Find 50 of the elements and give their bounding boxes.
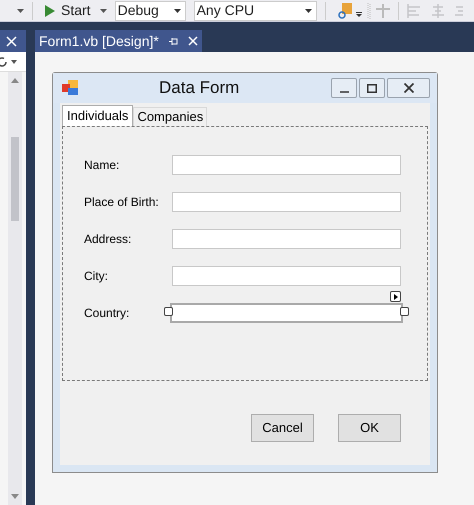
input-field[interactable] bbox=[172, 229, 401, 249]
input-field[interactable] bbox=[172, 192, 401, 212]
field-label: Country: bbox=[84, 305, 130, 322]
refresh-icon[interactable] bbox=[0, 56, 7, 66]
field-label: Name: bbox=[84, 157, 120, 174]
find-icon[interactable] bbox=[336, 2, 353, 18]
input-field[interactable] bbox=[170, 303, 403, 323]
close-icon[interactable] bbox=[6, 36, 17, 46]
caret-icon bbox=[304, 8, 312, 12]
arrow-down-icon[interactable] bbox=[11, 494, 19, 499]
maximize-icon bbox=[367, 84, 377, 92]
field-label: Address: bbox=[84, 231, 132, 248]
window-maximize-button[interactable] bbox=[359, 78, 385, 98]
caret-icon[interactable] bbox=[11, 60, 17, 64]
input-field[interactable] bbox=[172, 266, 401, 286]
caret-icon bbox=[100, 8, 107, 12]
platform-dropdown[interactable]: Any CPU bbox=[194, 0, 317, 20]
tab[interactable]: Individuals bbox=[62, 105, 134, 126]
resize-handle[interactable] bbox=[164, 307, 173, 316]
window-title: Data Form bbox=[159, 77, 240, 100]
resize-handle[interactable] bbox=[400, 307, 409, 316]
input-field[interactable] bbox=[172, 155, 401, 175]
field-label: Place of Birth: bbox=[84, 194, 160, 211]
close-icon bbox=[404, 83, 414, 93]
configuration-dropdown[interactable]: Debug bbox=[114, 0, 186, 20]
minimize-icon bbox=[340, 90, 348, 92]
grip-icon bbox=[366, 2, 371, 20]
tab[interactable]: Companies bbox=[133, 107, 208, 126]
close-icon[interactable] bbox=[188, 36, 198, 46]
dialog-button[interactable]: OK bbox=[338, 414, 401, 442]
smart-tag-button[interactable] bbox=[390, 291, 401, 302]
scrollbar[interactable] bbox=[8, 72, 22, 505]
start-button[interactable]: Start bbox=[43, 0, 109, 20]
caret-icon[interactable] bbox=[356, 12, 362, 17]
dropdown-value: Debug bbox=[118, 1, 159, 20]
play-icon bbox=[394, 294, 398, 300]
scroll-thumb[interactable] bbox=[11, 137, 19, 221]
dialog-button[interactable]: Cancel bbox=[251, 414, 314, 442]
field-label: City: bbox=[84, 268, 109, 285]
caret-icon bbox=[174, 8, 181, 12]
play-icon bbox=[45, 4, 55, 16]
app-icon bbox=[62, 80, 78, 96]
window-close-button[interactable] bbox=[387, 78, 430, 98]
panel-tab[interactable] bbox=[0, 30, 26, 52]
form-window[interactable]: Data Form Individuals Companies Name: Place of Birth: Address: City: Country: Cancel OK bbox=[52, 72, 438, 473]
dropdown-value: Any CPU bbox=[196, 1, 254, 20]
arrow-up-icon[interactable] bbox=[11, 78, 19, 83]
pin-icon[interactable] bbox=[168, 36, 178, 46]
document-tab[interactable]: Form1.vb [Design]* bbox=[35, 30, 202, 52]
caret-icon[interactable] bbox=[17, 8, 24, 12]
